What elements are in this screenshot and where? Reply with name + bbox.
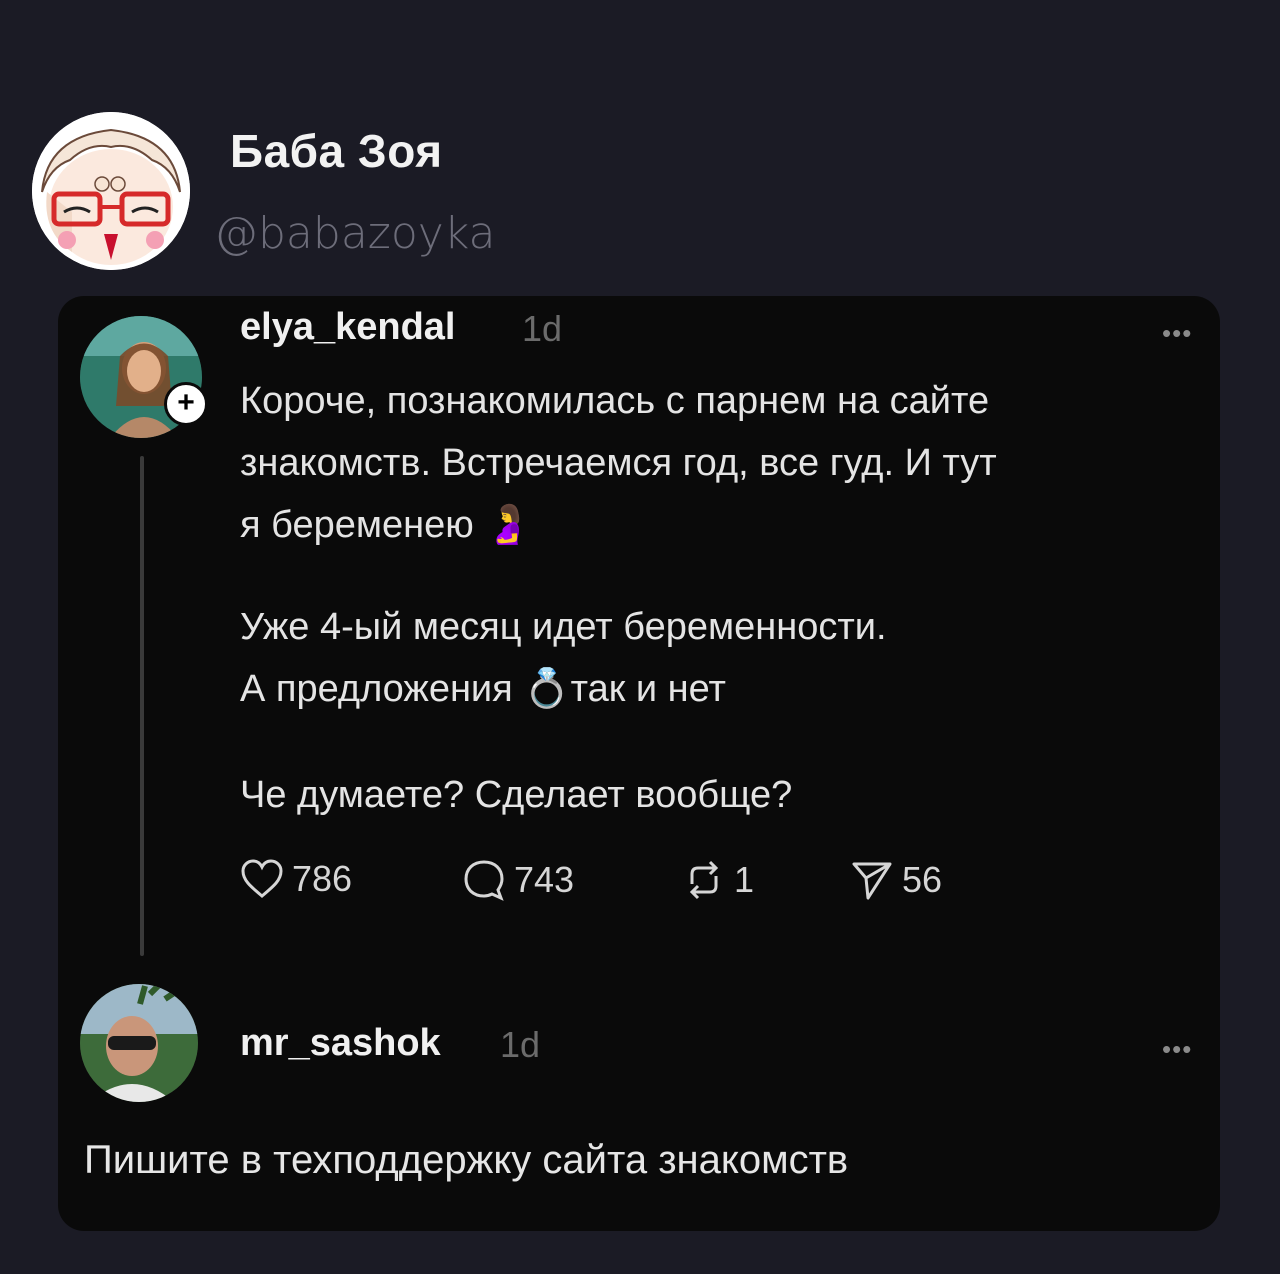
post-paragraph-2: Уже 4-ый месяц идет беременности. А пред…: [240, 606, 887, 710]
post-paragraph-1: Короче, познакомилась с парнем на сайте …: [240, 380, 997, 546]
repost-icon: [689, 860, 719, 900]
reply-text: Пишите в техподдержку сайта знакомств: [84, 1138, 849, 1182]
share-button[interactable]: 56: [850, 858, 942, 902]
like-count: 786: [292, 858, 353, 899]
reply-author-username[interactable]: mr_sashok: [240, 1022, 441, 1065]
post-card: + elya_kendal 1d ••• Короче, познакомила…: [58, 296, 1220, 1231]
comment-count: 743: [514, 859, 575, 900]
profile-handle: @babazoyka: [214, 208, 496, 259]
thread-line: [140, 456, 144, 956]
reply-more-button[interactable]: •••: [1162, 1034, 1192, 1065]
post-time: 1d: [522, 308, 563, 349]
reply-time: 1d: [500, 1024, 541, 1065]
profile-name: Баба Зоя: [230, 125, 443, 177]
post-more-button[interactable]: •••: [1162, 318, 1192, 349]
profile-avatar[interactable]: [32, 112, 190, 270]
follow-plus-button[interactable]: +: [164, 382, 208, 426]
repost-count: 1: [734, 859, 755, 900]
share-icon: [852, 862, 892, 900]
repost-button[interactable]: 1: [682, 858, 754, 902]
comment-icon: [464, 860, 504, 901]
post-author-username[interactable]: elya_kendal: [240, 306, 455, 349]
post-paragraph-3: Че думаете? Сделает вообще?: [240, 774, 793, 816]
share-count: 56: [902, 859, 943, 900]
reply-author-avatar[interactable]: [80, 984, 198, 1102]
heart-icon: [241, 859, 283, 898]
comment-button[interactable]: 743: [462, 858, 574, 902]
like-button[interactable]: 786: [240, 858, 352, 900]
